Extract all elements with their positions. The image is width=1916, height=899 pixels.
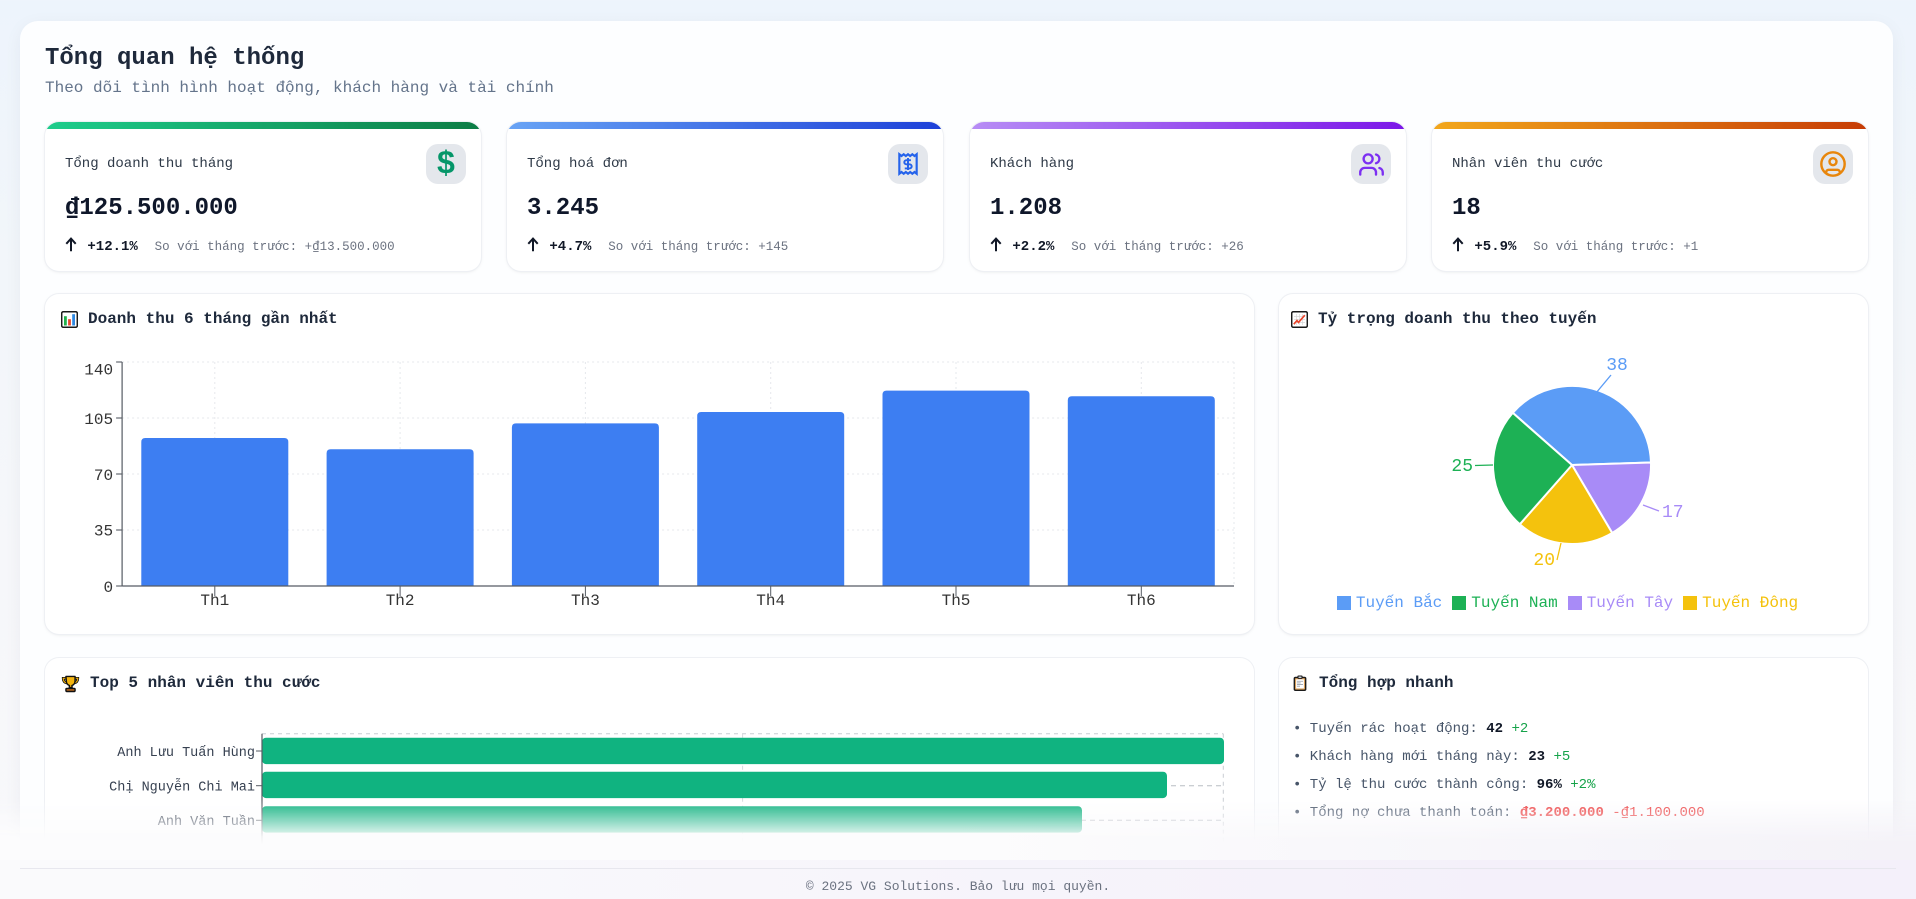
svg-text:25: 25 <box>1451 457 1473 477</box>
svg-text:17: 17 <box>1662 503 1684 523</box>
svg-text:Th2: Th2 <box>386 592 415 610</box>
svg-text:20: 20 <box>1533 551 1555 571</box>
svg-text:Th3: Th3 <box>571 592 600 610</box>
svg-text:35: 35 <box>94 523 113 541</box>
svg-text:Th5: Th5 <box>942 592 971 610</box>
svg-text:Th6: Th6 <box>1127 592 1156 610</box>
svg-text:Anh Lưu Tuấn Hùng: Anh Lưu Tuấn Hùng <box>117 746 255 761</box>
svg-text:38: 38 <box>1606 356 1628 376</box>
svg-text:0: 0 <box>103 579 113 597</box>
svg-text:105: 105 <box>84 411 113 429</box>
svg-text:Th4: Th4 <box>756 592 785 610</box>
svg-text:140: 140 <box>84 362 113 380</box>
svg-text:70: 70 <box>94 467 113 485</box>
svg-text:Chị Nguyễn Chi Mai: Chị Nguyễn Chi Mai <box>109 779 255 796</box>
svg-text:Th1: Th1 <box>200 592 229 610</box>
